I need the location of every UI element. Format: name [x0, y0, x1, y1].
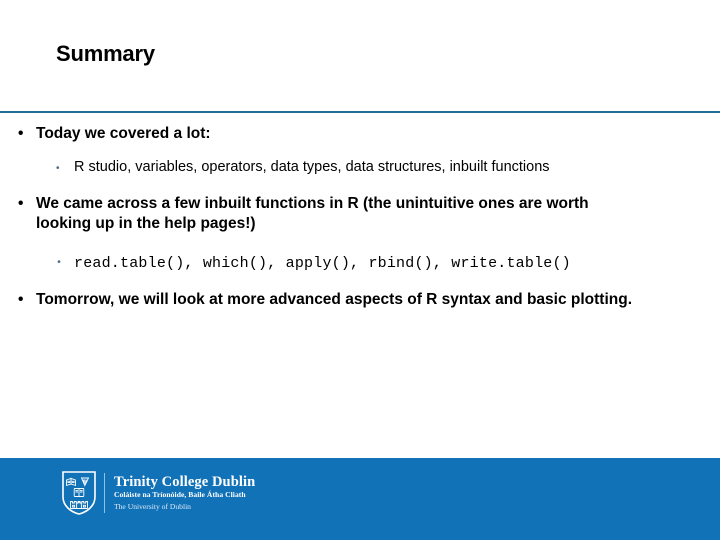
bullet-code-text: read.table(), which(), apply(), rbind(),…: [74, 254, 571, 272]
bullet-level1-item: • We came across a few inbuilt functions…: [0, 194, 636, 235]
slide-body: • Today we covered a lot: • R studio, va…: [0, 124, 720, 454]
footer-band: Trinity College Dublin Coláiste na Tríon…: [0, 458, 720, 540]
trinity-college-dublin-crest-icon: [62, 471, 96, 515]
institution-logo: Trinity College Dublin Coláiste na Tríon…: [62, 467, 255, 519]
logo-tagline: The University of Dublin: [114, 501, 191, 511]
page-title: Summary: [56, 41, 155, 66]
sub-bullet-square-icon: •: [56, 257, 63, 269]
bullet-dot-icon: •: [18, 290, 24, 308]
bullet-dot-icon: •: [18, 125, 24, 142]
sub-bullet-square-icon: •: [56, 163, 60, 175]
bullet-text: We came across a few inbuilt functions i…: [36, 195, 589, 233]
logo-name-irish: Coláiste na Tríonóide, Baile Átha Cliath: [114, 490, 246, 500]
bullet-text: Tomorrow, we will look at more advanced …: [36, 290, 633, 308]
title-divider-rule: [0, 111, 720, 113]
bullet-level2-item: • R studio, variables, operators, data t…: [0, 158, 674, 178]
bullet-text: R studio, variables, operators, data typ…: [74, 159, 550, 176]
logo-name-english: Trinity College Dublin: [114, 474, 256, 491]
logo-divider: [104, 473, 105, 513]
logo-text-block: Trinity College Dublin Coláiste na Tríon…: [114, 474, 255, 511]
bullet-text: Today we covered a lot:: [36, 125, 211, 142]
bullet-level1-item: • Tomorrow, we will look at more advance…: [0, 290, 636, 310]
bullet-level2-code-item: • read.table(), which(), apply(), rbind(…: [0, 253, 674, 274]
bullet-level1-item: • Today we covered a lot:: [0, 124, 636, 144]
bullet-dot-icon: •: [18, 195, 24, 213]
presentation-slide: Summary • Today we covered a lot: • R st…: [0, 0, 720, 540]
